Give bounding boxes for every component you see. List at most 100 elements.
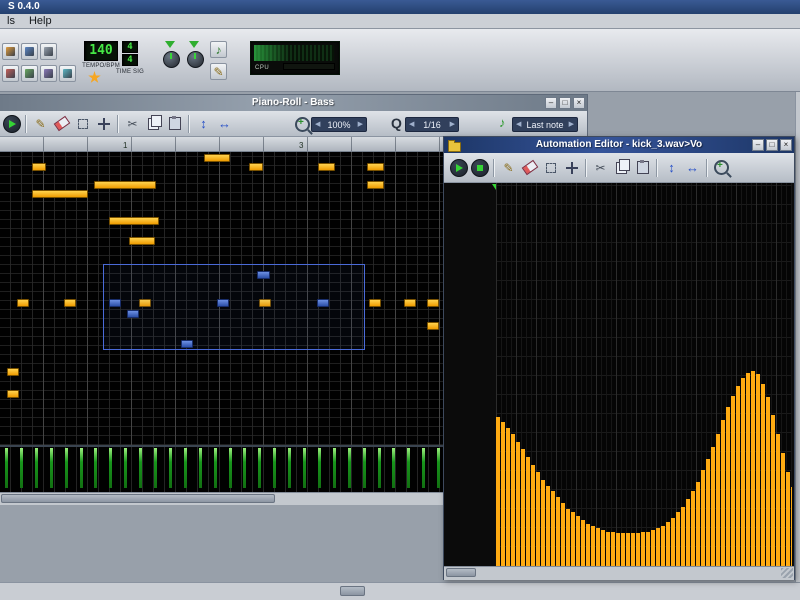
close-button[interactable]: × <box>573 97 585 109</box>
tempo-lcd[interactable]: 140 <box>84 41 118 61</box>
master-volume-knob[interactable] <box>163 51 180 68</box>
piano-roll-scroll-thumb[interactable] <box>1 494 275 503</box>
automation-titlebar[interactable]: Automation Editor - kick_3.wav>Vo –□× <box>444 137 794 153</box>
q-right-arrow-icon[interactable]: ▶ <box>450 121 455 128</box>
velocity-bar[interactable] <box>437 448 440 488</box>
velocity-bar[interactable] <box>303 448 306 488</box>
paste-button[interactable] <box>632 157 653 178</box>
zoom-button[interactable] <box>711 157 732 178</box>
flip-x-button[interactable]: ↔ <box>214 113 235 134</box>
piano-roll-titlebar[interactable]: Piano-Roll - Bass –□× <box>0 95 587 111</box>
move-button[interactable] <box>561 157 582 178</box>
note[interactable] <box>94 181 156 189</box>
velocity-bar[interactable] <box>124 448 127 488</box>
copy-button[interactable] <box>611 157 632 178</box>
velocity-bar[interactable] <box>35 448 38 488</box>
zoom-right-arrow-icon[interactable]: ▶ <box>358 121 363 128</box>
paste-button[interactable] <box>164 113 185 134</box>
flip-x-button[interactable]: ↔ <box>682 157 703 178</box>
menu-item-help[interactable]: Help <box>22 14 59 28</box>
toolbar-button[interactable] <box>21 43 38 60</box>
note[interactable] <box>7 390 19 398</box>
draw-button[interactable]: ✎ <box>30 113 51 134</box>
velocity-bar[interactable] <box>243 448 246 488</box>
close-button[interactable]: × <box>780 139 792 151</box>
toolbar-button[interactable] <box>2 43 19 60</box>
note[interactable] <box>32 163 46 171</box>
timesig-denominator-lcd[interactable]: 4 <box>122 54 138 66</box>
velocity-bar[interactable] <box>80 448 83 488</box>
velocity-bar[interactable] <box>288 448 291 488</box>
velocity-bar[interactable] <box>333 448 336 488</box>
cut-button[interactable]: ✂ <box>590 157 611 178</box>
maximize-button[interactable]: □ <box>766 139 778 151</box>
velocity-bar[interactable] <box>5 448 8 488</box>
velocity-bar[interactable] <box>258 448 261 488</box>
note[interactable] <box>427 322 439 330</box>
velocity-bar[interactable] <box>318 448 321 488</box>
zoom-left-arrow-icon[interactable]: ◀ <box>315 121 320 128</box>
note[interactable] <box>404 299 416 307</box>
zoom-combo[interactable]: ◀ 100% ▶ <box>311 117 367 132</box>
note-tool-button[interactable]: ♪ <box>210 41 227 58</box>
velocity-bar[interactable] <box>378 448 381 488</box>
note[interactable] <box>129 237 155 245</box>
high-quality-star-icon[interactable] <box>88 71 101 84</box>
select-button[interactable] <box>540 157 561 178</box>
velocity-bar[interactable] <box>407 448 410 488</box>
velocity-bar[interactable] <box>392 448 395 488</box>
timesig-numerator-lcd[interactable]: 4 <box>122 41 138 53</box>
toolbar-button[interactable] <box>40 65 57 82</box>
note-length-right-arrow-icon[interactable]: ▶ <box>569 121 574 128</box>
note[interactable] <box>318 163 335 171</box>
stop-button[interactable] <box>469 157 490 178</box>
velocity-bar[interactable] <box>65 448 68 488</box>
velocity-bar[interactable] <box>184 448 187 488</box>
velocity-bar[interactable] <box>139 448 142 488</box>
velocity-bar[interactable] <box>348 448 351 488</box>
note[interactable] <box>7 368 19 376</box>
master-pitch-knob[interactable] <box>187 51 204 68</box>
velocity-bar[interactable] <box>363 448 366 488</box>
quantize-combo[interactable]: ◀ 1/16 ▶ <box>405 117 459 132</box>
toolbar-button[interactable] <box>2 65 19 82</box>
velocity-bar[interactable] <box>214 448 217 488</box>
automation-hscrollbar[interactable] <box>444 566 794 580</box>
resize-grip[interactable] <box>781 568 793 578</box>
flip-y-button[interactable]: ↕ <box>661 157 682 178</box>
velocity-bar[interactable] <box>20 448 23 488</box>
note[interactable] <box>367 163 384 171</box>
automation-grid[interactable] <box>496 183 792 566</box>
erase-button[interactable] <box>519 157 540 178</box>
note-length-left-arrow-icon[interactable]: ◀ <box>516 121 521 128</box>
minimize-button[interactable]: – <box>752 139 764 151</box>
velocity-bar[interactable] <box>169 448 172 488</box>
note[interactable] <box>249 163 263 171</box>
velocity-bar[interactable] <box>50 448 53 488</box>
velocity-bar[interactable] <box>273 448 276 488</box>
note[interactable] <box>64 299 76 307</box>
cut-button[interactable]: ✂ <box>122 113 143 134</box>
toolbar-button[interactable] <box>59 65 76 82</box>
note[interactable] <box>17 299 29 307</box>
workspace-bottom-scrollbar[interactable] <box>0 582 800 600</box>
note[interactable] <box>109 217 159 225</box>
play-button[interactable] <box>448 157 469 178</box>
velocity-bar[interactable] <box>154 448 157 488</box>
note[interactable] <box>367 181 384 189</box>
note[interactable] <box>369 299 381 307</box>
velocity-bar[interactable] <box>422 448 425 488</box>
main-titlebar[interactable]: S 0.4.0 <box>0 0 800 14</box>
play-button[interactable] <box>1 113 22 134</box>
workspace-right-scrollbar[interactable] <box>795 92 800 600</box>
q-left-arrow-icon[interactable]: ◀ <box>409 121 414 128</box>
velocity-bar[interactable] <box>199 448 202 488</box>
draw-button[interactable]: ✎ <box>498 157 519 178</box>
move-button[interactable] <box>93 113 114 134</box>
toolbar-button[interactable] <box>40 43 57 60</box>
minimize-button[interactable]: – <box>545 97 557 109</box>
flip-y-button[interactable]: ↕ <box>193 113 214 134</box>
note[interactable] <box>204 154 230 162</box>
erase-button[interactable] <box>51 113 72 134</box>
toolbar-button[interactable] <box>21 65 38 82</box>
